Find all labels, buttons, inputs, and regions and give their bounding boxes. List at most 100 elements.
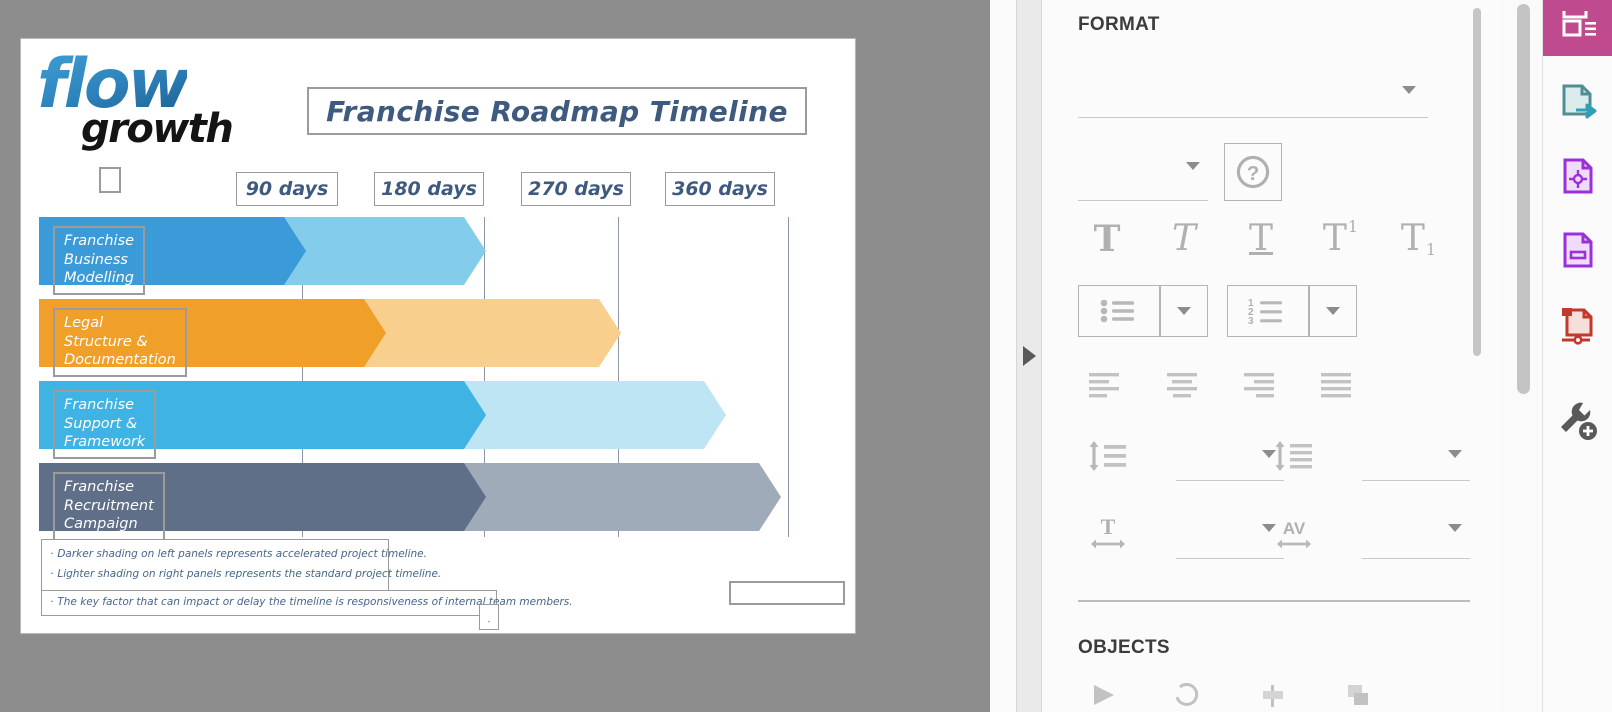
object-align-button[interactable]	[1246, 680, 1300, 712]
bold-button[interactable]: T	[1078, 212, 1136, 266]
object-arrange-button[interactable]	[1330, 680, 1384, 712]
font-name-combo[interactable]	[1078, 72, 1428, 118]
day-marker-180[interactable]: 180 days	[374, 172, 484, 206]
note-line-3-row: · The key factor that can impact or delay…	[50, 596, 573, 610]
superscript-mark: 1	[1347, 217, 1359, 236]
sidebar-scrollbar-thumb[interactable]	[1473, 8, 1481, 356]
underline-button[interactable]: T	[1232, 212, 1290, 266]
day-marker-360[interactable]: 360 days	[665, 172, 775, 206]
sidebar-deck-rail	[1542, 0, 1612, 712]
paragraph-spacing-icon	[1275, 441, 1312, 471]
subscript-button[interactable]: T 1	[1387, 212, 1449, 266]
bar-row-franchise-support-framework[interactable]: Franchise Support & Framework	[39, 381, 787, 459]
chevron-down-icon[interactable]	[1448, 524, 1462, 532]
note-bullet-3: ·	[50, 596, 54, 608]
align-left-button[interactable]	[1078, 362, 1136, 406]
day-marker-90[interactable]: 90 days	[236, 172, 338, 206]
day-marker-270[interactable]: 270 days	[521, 172, 631, 206]
sidebar-item-styles[interactable]	[1543, 296, 1612, 352]
master-slides-icon	[1563, 232, 1593, 268]
page-title: Franchise Roadmap Timeline	[326, 94, 788, 128]
day-marker-270-label: 270 days	[528, 178, 624, 200]
chevron-down-icon[interactable]	[1186, 162, 1200, 170]
numbered-list-button[interactable]: 1 2 3	[1227, 285, 1309, 337]
notes-box-key-factor[interactable]: · The key factor that can impact or delay…	[41, 590, 573, 616]
character-spacing-button[interactable]: AV	[1264, 508, 1324, 558]
note-bullet-2: ·	[50, 567, 54, 580]
bold-glyph: T	[1093, 218, 1121, 260]
styles-icon	[1562, 308, 1593, 345]
align-right-button[interactable]	[1232, 362, 1290, 406]
company-logo[interactable]: flow growth	[37, 51, 237, 193]
paragraph-spacing-combo[interactable]	[1350, 432, 1470, 481]
character-spacing-icon: AV	[1277, 519, 1311, 549]
application-window: flow growth Franchise Roadmap Timeline 9…	[0, 0, 1612, 712]
sidebar-item-properties[interactable]	[1543, 0, 1612, 56]
objects-section-heading: OBJECTS	[1078, 637, 1170, 658]
slide-title-box[interactable]: Franchise Roadmap Timeline	[307, 87, 807, 135]
bar-row-franchise-business-modelling[interactable]: Franchise Business Modelling	[39, 217, 787, 295]
sidebar-panel: FORMAT ? T T T T 1 T 1 1 2 3 T AV OBJECT…	[1042, 0, 1500, 712]
sidebar-item-manage-changes[interactable]	[1543, 392, 1612, 448]
line-spacing-icon	[1089, 441, 1126, 471]
character-spacing-combo[interactable]	[1350, 508, 1470, 559]
sidebar-collapse-handle[interactable]	[1017, 0, 1042, 712]
sidebar-item-animation[interactable]	[1543, 148, 1612, 204]
text-scale-icon: T	[1091, 514, 1125, 549]
bar-label-3: Franchise Recruitment Campaign	[53, 472, 165, 541]
align-justify-button[interactable]	[1309, 362, 1367, 406]
help-circle-icon: ?	[1236, 155, 1270, 189]
panel-splitter[interactable]	[990, 0, 1017, 712]
font-name-underline	[1078, 117, 1428, 118]
superscript-button[interactable]: T 1	[1309, 212, 1371, 266]
day-marker-360-label: 360 days	[672, 178, 768, 200]
day-marker-90-label: 90 days	[245, 178, 329, 200]
deck-scrollbar-thumb[interactable]	[1517, 4, 1530, 394]
align-left-icon	[1089, 373, 1119, 398]
empty-text-placeholder[interactable]	[729, 581, 845, 605]
italic-button[interactable]: T	[1155, 212, 1213, 266]
font-size-combo[interactable]	[1078, 148, 1208, 201]
bar-label-2: Franchise Support & Framework	[53, 390, 157, 459]
bar-row-franchise-recruitment-campaign[interactable]: Franchise Recruitment Campaign	[39, 463, 787, 541]
slide-work-area[interactable]: flow growth Franchise Roadmap Timeline 9…	[0, 0, 990, 712]
paragraph-spacing-button[interactable]	[1264, 432, 1324, 480]
subscript-glyph: T	[1400, 218, 1425, 259]
chevron-down-icon[interactable]	[1448, 450, 1462, 458]
sidebar-scrollbar[interactable]	[1470, 0, 1484, 712]
chevron-down-icon[interactable]	[1402, 86, 1416, 94]
note-line-1-row: · Darker shading on left panels represent…	[50, 545, 427, 565]
notes-box-shading[interactable]: · Darker shading on left panels represent…	[41, 539, 441, 591]
section-divider	[1078, 600, 1474, 602]
roadmap-chart: Franchise Business Modelling Legal Struc…	[39, 217, 789, 541]
text-scale-button[interactable]: T	[1078, 508, 1138, 558]
arrange-icon	[1348, 685, 1368, 705]
sidebar-item-slide-transition[interactable]	[1543, 74, 1612, 130]
bulleted-list-dropdown[interactable]	[1160, 285, 1208, 337]
align-center-button[interactable]	[1155, 362, 1213, 406]
numbered-list-dropdown[interactable]	[1309, 285, 1357, 337]
sidebar-item-master-slides[interactable]	[1543, 222, 1612, 278]
small-placeholder-box[interactable]: -	[479, 604, 499, 630]
numbered-list-icon: 1 2 3	[1248, 298, 1282, 326]
deck-scrollbar[interactable]	[1500, 0, 1542, 712]
line-spacing-button[interactable]	[1078, 432, 1138, 480]
slide-canvas[interactable]: flow growth Franchise Roadmap Timeline 9…	[20, 38, 856, 634]
help-button[interactable]: ?	[1224, 143, 1282, 201]
rotate-icon	[1175, 683, 1199, 706]
object-rotate-button[interactable]	[1162, 680, 1216, 712]
slide-transition-icon	[1562, 84, 1597, 119]
object-play-button[interactable]	[1078, 680, 1132, 712]
chevron-down-icon	[1177, 307, 1191, 315]
svg-text:T: T	[1101, 514, 1116, 539]
bar-label-1: Legal Structure & Documentation	[53, 308, 187, 377]
logo-growth-text: growth	[81, 106, 234, 152]
svg-text:?: ?	[1247, 162, 1260, 185]
logo-selection-handle[interactable]	[99, 167, 121, 193]
bulleted-list-button[interactable]	[1078, 285, 1160, 337]
paragraph-spacing-underline	[1362, 480, 1470, 481]
bar-row-legal-structure-documentation[interactable]: Legal Structure & Documentation	[39, 299, 787, 377]
subscript-mark: 1	[1425, 240, 1437, 259]
note-bullet-1: ·	[50, 548, 54, 560]
play-triangle-icon	[1094, 685, 1114, 705]
